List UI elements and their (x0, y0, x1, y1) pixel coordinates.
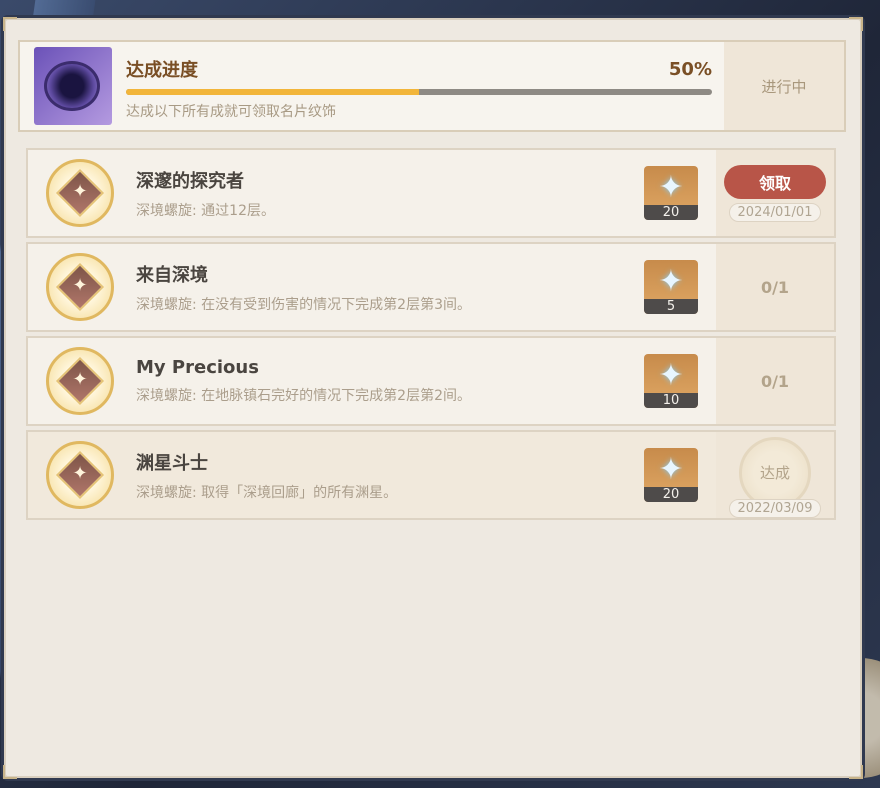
reward-count: 5 (644, 299, 698, 314)
namecard-ring (44, 61, 100, 111)
progress-bar (126, 89, 712, 95)
progress-card: 达成进度 50% 达成以下所有成就可领取名片纹饰 进行中 (18, 40, 846, 132)
claim-button[interactable]: 领取 (724, 164, 826, 199)
corner-ornament (3, 765, 17, 779)
achievement-title: 来自深境 (136, 264, 208, 286)
achievement-row: ✦ 深邃的探究者 深境螺旋: 通过12层。 ✦ 20 领取 2024/01/01 (26, 148, 836, 238)
achievement-row: ✦ My Precious 深境螺旋: 在地脉镇石完好的情况下完成第2层第2间。… (26, 336, 836, 426)
primogem-icon: ✦ 20 (644, 166, 698, 220)
achievement-badge-icon: ✦ (46, 347, 114, 415)
achievement-description: 深境螺旋: 通过12层。 (136, 202, 275, 219)
achievement-description: 深境螺旋: 在没有受到伤害的情况下完成第2层第3间。 (136, 296, 471, 313)
reward-count: 20 (644, 487, 698, 502)
reward-count: 20 (644, 205, 698, 220)
achievement-panel: 达成进度 50% 达成以下所有成就可领取名片纹饰 进行中 ✦ 深邃的探究者 深境… (3, 17, 863, 779)
achievement-progress-fraction: 0/1 (760, 277, 790, 297)
achievement-title: 深邃的探究者 (136, 170, 244, 192)
completed-stamp: 达成 (739, 436, 811, 509)
achievement-date: 2022/03/09 (728, 498, 822, 518)
achievement-action: 领取 2024/01/01 (716, 150, 834, 236)
achievement-row: ✦ 来自深境 深境螺旋: 在没有受到伤害的情况下完成第2层第3间。 ✦ 5 0/… (26, 242, 836, 332)
achievement-list: ✦ 深邃的探究者 深境螺旋: 通过12层。 ✦ 20 领取 2024/01/01… (26, 148, 836, 524)
achievement-progress-fraction: 0/1 (760, 371, 790, 391)
progress-status: 进行中 (724, 42, 844, 130)
namecard-icon (34, 47, 112, 125)
progress-description: 达成以下所有成就可领取名片纹饰 (126, 104, 336, 120)
achievement-description: 深境螺旋: 取得「深境回廊」的所有渊星。 (136, 484, 398, 501)
progress-bar-fill (126, 89, 419, 95)
corner-ornament (3, 17, 17, 31)
achievement-title: My Precious (136, 357, 259, 378)
corner-ornament (849, 765, 863, 779)
primogem-icon: ✦ 20 (644, 448, 698, 502)
achievement-progress: 0/1 (716, 244, 834, 330)
progress-percent: 50% (668, 58, 712, 80)
corner-ornament (849, 17, 863, 31)
progress-title: 达成进度 (126, 60, 198, 81)
achievement-badge-icon: ✦ (46, 159, 114, 227)
achievement-progress: 0/1 (716, 338, 834, 424)
achievement-title: 渊星斗士 (136, 452, 208, 474)
achievement-row: ✦ 渊星斗士 深境螺旋: 取得「深境回廊」的所有渊星。 ✦ 20 达成 2022… (26, 430, 836, 520)
reward-count: 10 (644, 393, 698, 408)
achievement-badge-icon: ✦ (46, 441, 114, 509)
achievement-date: 2024/01/01 (728, 202, 822, 222)
achievement-badge-icon: ✦ (46, 253, 114, 321)
achievement-description: 深境螺旋: 在地脉镇石完好的情况下完成第2层第2间。 (136, 388, 471, 404)
primogem-icon: ✦ 10 (644, 354, 698, 408)
progress-main: 达成进度 50% 达成以下所有成就可领取名片纹饰 (122, 42, 724, 130)
achievement-complete: 达成 2022/03/09 (716, 432, 834, 518)
primogem-icon: ✦ 5 (644, 260, 698, 314)
